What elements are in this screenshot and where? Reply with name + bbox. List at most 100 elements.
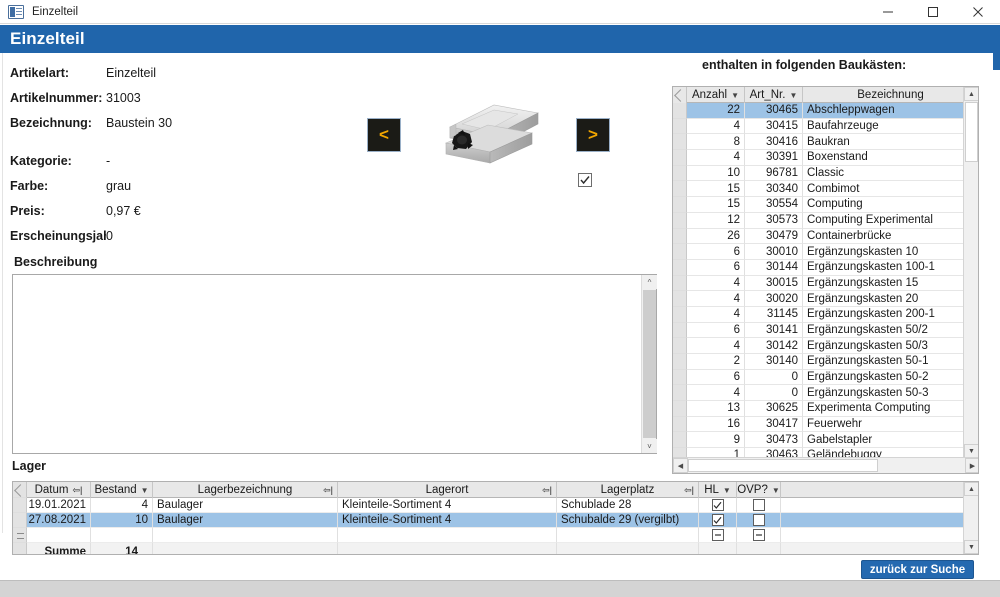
table-row[interactable]: 2 30140 Ergänzungskasten 50-1 [673,354,978,370]
cell-bezeichnung[interactable]: Feuerwehr [803,417,978,433]
cell-bezeichnung[interactable]: Ergänzungskasten 200-1 [803,307,978,323]
cell-artnr[interactable]: 30340 [745,181,803,198]
cell-bezeichnung[interactable]: Abschleppwagen [803,103,978,119]
table-row[interactable]: 6 30144 Ergänzungskasten 100-1 [673,259,978,276]
cell-ovp[interactable] [737,513,781,528]
column-header-datum[interactable]: Datum ⇦| [27,482,91,498]
cell-bestand[interactable] [91,528,153,543]
cell-bestand[interactable]: 10 [91,513,153,528]
cell-bezeichnung[interactable]: Combimot [803,181,978,198]
cell-bezeichnung[interactable]: Geländebuggy [803,448,978,457]
table-row[interactable]: 4 30020 Ergänzungskasten 20 [673,291,978,307]
cell-lagerort[interactable]: Kleinteile-Sortiment 4 [338,513,557,528]
row-selector[interactable] [673,150,687,166]
cell-anzahl[interactable]: 6 [687,259,745,276]
cell-anzahl[interactable]: 2 [687,354,745,370]
column-header-artnr[interactable]: Art_Nr. ▼ [745,87,803,103]
cell-bezeichnung[interactable]: Computing Experimental [803,213,978,229]
cell-bezeichnung[interactable]: Computing [803,197,978,213]
cell-anzahl[interactable]: 15 [687,181,745,198]
cell-bezeichnung[interactable]: Boxenstand [803,150,978,166]
cell-anzahl[interactable]: 4 [687,275,745,292]
cell-artnr[interactable]: 30473 [745,432,803,449]
cell-anzahl[interactable]: 15 [687,197,745,213]
table-row[interactable]: 8 30416 Baukran [673,134,978,151]
caret-down-icon[interactable]: ▼ [964,540,978,554]
row-selector[interactable] [673,401,687,417]
cell-bezeichnung[interactable]: Ergänzungskasten 100-1 [803,260,978,276]
cell-artnr[interactable]: 30463 [745,448,803,457]
cell-artnr[interactable]: 30391 [745,150,803,166]
select-all-corner[interactable] [13,482,27,498]
row-selector[interactable] [673,103,687,119]
cell-artnr[interactable]: 30625 [745,401,803,417]
cell-anzahl[interactable]: 6 [687,244,745,260]
cell-lagerbezeichnung[interactable]: Baulager [153,498,338,513]
row-selector[interactable] [673,338,687,354]
cell-artnr[interactable]: 30015 [745,275,803,292]
row-selector[interactable] [673,322,687,339]
column-header-lagerbezeichnung[interactable]: Lagerbezeichnung ⇦| [153,482,338,498]
lager-vscrollbar[interactable]: ▲ ▼ [963,482,978,554]
cell-artnr[interactable]: 30573 [745,212,803,229]
table-row[interactable]: 12 30573 Computing Experimental [673,212,978,229]
checkbox-unchecked[interactable] [752,514,765,526]
checkbox-checked[interactable] [711,499,724,511]
cell-anzahl[interactable]: 10 [687,165,745,182]
caret-down-icon[interactable]: ˅ [642,439,657,453]
row-selector[interactable] [673,416,687,433]
cell-artnr[interactable]: 31145 [745,306,803,323]
filter-sort-icon[interactable]: ⇦| [542,485,552,496]
row-selector[interactable] [673,306,687,323]
table-row[interactable]: 26 30479 Containerbrücke [673,228,978,245]
select-all-corner[interactable] [673,87,687,103]
cell-bezeichnung[interactable]: Ergänzungskasten 10 [803,244,978,260]
cell-artnr[interactable]: 30479 [745,228,803,245]
cell-artnr[interactable]: 96781 [745,165,803,182]
cell-lagerplatz[interactable] [557,528,699,543]
table-row[interactable]: 6 0 Ergänzungskasten 50-2 [673,369,978,386]
row-selector[interactable] [673,291,687,307]
column-header-hl[interactable]: HL ▼ [699,482,737,498]
minimize-icon[interactable] [865,0,910,24]
filter-sort-icon[interactable]: ⇦| [684,485,694,496]
cell-artnr[interactable]: 30020 [745,291,803,307]
cell-bezeichnung[interactable]: Ergänzungskasten 50/2 [803,323,978,339]
cell-artnr[interactable]: 30554 [745,197,803,213]
cell-artnr[interactable]: 30465 [745,103,803,119]
cell-artnr[interactable]: 30141 [745,322,803,339]
cell-bezeichnung[interactable]: Baukran [803,134,978,151]
row-selector[interactable] [673,165,687,182]
cell-lagerplatz[interactable]: Schublade 28 [557,498,699,513]
cell-anzahl[interactable]: 13 [687,401,745,417]
caret-up-icon[interactable]: ^ [642,275,657,289]
table-row[interactable]: 4 31145 Ergänzungskasten 200-1 [673,306,978,323]
table-row[interactable]: 4 30015 Ergänzungskasten 15 [673,275,978,292]
cell-anzahl[interactable]: 1 [687,448,745,457]
cell-anzahl[interactable]: 8 [687,134,745,151]
row-selector[interactable] [673,197,687,213]
cell-lagerbezeichnung[interactable] [153,528,338,543]
filter-sort-icon[interactable]: ⇦| [323,485,333,496]
cell-anzahl[interactable]: 6 [687,322,745,339]
maximize-icon[interactable] [910,0,955,24]
back-to-search-button[interactable]: zurück zur Suche [861,560,974,579]
row-selector[interactable] [13,498,27,513]
previous-image-button[interactable]: < [367,118,401,152]
cell-bezeichnung[interactable]: Baufahrzeuge [803,119,978,135]
table-row[interactable]: 10 96781 Classic [673,165,978,182]
cell-anzahl[interactable]: 4 [687,118,745,135]
checkbox-unchecked[interactable] [752,499,765,511]
baukaesten-grid[interactable]: Anzahl ▼ Art_Nr. ▼ Bezeichnung ⇦| 223046… [672,86,979,474]
cell-artnr[interactable]: 30010 [745,244,803,260]
table-row[interactable]: 6 30010 Ergänzungskasten 10 [673,244,978,260]
row-selector[interactable] [673,244,687,260]
row-selector[interactable] [673,275,687,292]
cell-datum[interactable] [27,528,91,543]
dropdown-arrow-icon[interactable]: ▼ [723,486,731,495]
cell-anzahl[interactable]: 4 [687,306,745,323]
table-row[interactable]: 27.08.2021 10 Baulager Kleinteile-Sortiment… [13,513,978,528]
table-row[interactable]: 4 30142 Ergänzungskasten 50/3 [673,338,978,354]
scrollbar-track[interactable] [878,458,965,473]
cell-anzahl[interactable]: 4 [687,150,745,166]
